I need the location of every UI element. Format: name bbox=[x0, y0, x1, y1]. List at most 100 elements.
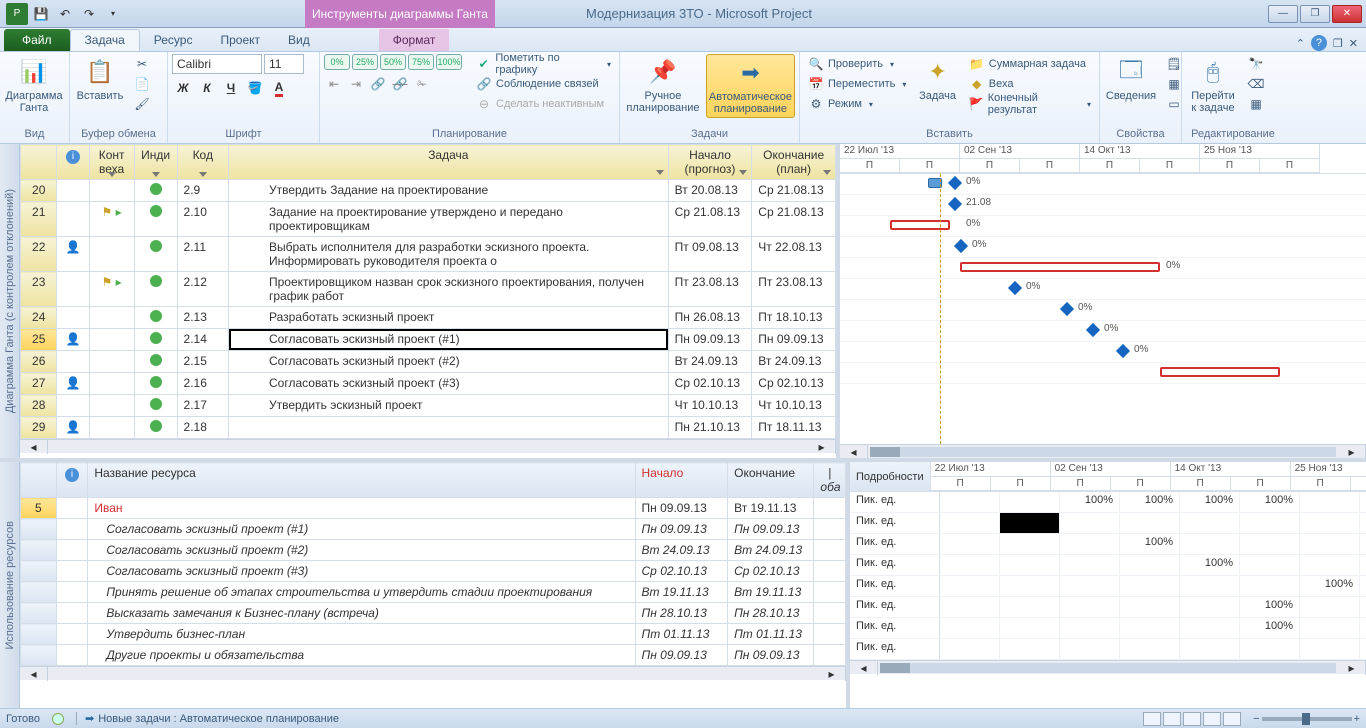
col-finish[interactable]: Окончание (план) bbox=[752, 145, 836, 180]
res-col-cut[interactable]: |оба bbox=[814, 463, 846, 498]
undo-icon[interactable]: ↶ bbox=[54, 3, 76, 25]
redo-icon[interactable]: ↷ bbox=[78, 3, 100, 25]
paste-button[interactable]: 📋Вставить bbox=[74, 54, 126, 104]
list-item[interactable]: Принять решение об этапах строительства … bbox=[21, 582, 846, 603]
unlink-icon[interactable]: 🔗 bbox=[390, 76, 410, 92]
close-doc-icon[interactable]: ✕ bbox=[1349, 37, 1358, 50]
bold-button[interactable]: Ж bbox=[172, 78, 194, 98]
pct-75[interactable]: 75% bbox=[408, 54, 434, 70]
mark-on-track-button[interactable]: ✔Пометить по графику▾ bbox=[472, 54, 615, 74]
res-col-start[interactable]: Начало bbox=[635, 463, 728, 498]
zoom-in-icon[interactable]: + bbox=[1354, 713, 1360, 725]
manual-schedule-button[interactable]: 📌Ручное планирование bbox=[624, 54, 702, 116]
help-icon[interactable]: ? bbox=[1311, 35, 1327, 51]
list-item[interactable]: Утвердить бизнес-план Пт 01.11.13 Пт 01.… bbox=[21, 624, 846, 645]
link-icon[interactable]: 🔗 bbox=[368, 76, 388, 92]
list-item[interactable]: Согласовать эскизный проект (#2) Вт 24.0… bbox=[21, 540, 846, 561]
res-col-finish[interactable]: Окончание bbox=[728, 463, 814, 498]
zoom-slider[interactable] bbox=[1262, 717, 1352, 721]
col-start[interactable]: Начало (прогноз) bbox=[668, 145, 752, 180]
deliverable-button[interactable]: 🚩Конечный результат▾ bbox=[965, 94, 1095, 114]
table-row[interactable]: 28 2.17 Утвердить эскизный проект Чт 10.… bbox=[21, 395, 836, 417]
res-hscroll[interactable]: ◂▸ bbox=[20, 666, 846, 680]
table-row[interactable]: 21 ⚑ ▸ 2.10 Задание на проектирование ут… bbox=[21, 202, 836, 237]
details-row[interactable]: Пик. ед.100% bbox=[850, 555, 1366, 576]
list-item[interactable]: Высказать замечания к Бизнес-плану (встр… bbox=[21, 603, 846, 624]
qat-more-icon[interactable]: ▾ bbox=[102, 3, 124, 25]
task-table[interactable]: i Конт веха Инди Код Задача Начало (прог… bbox=[20, 144, 836, 458]
corner-cell[interactable] bbox=[21, 145, 57, 180]
top-pane-label[interactable]: Диаграмма Ганта (с контролем отклонений) bbox=[0, 144, 20, 458]
list-item[interactable]: Другие проекты и обязательства Пн 09.09.… bbox=[21, 645, 846, 666]
underline-button[interactable]: Ч bbox=[220, 78, 242, 98]
milestone-button[interactable]: ◆Веха bbox=[965, 74, 1095, 94]
details-row[interactable]: Пик. ед. bbox=[850, 513, 1366, 534]
table-row[interactable]: 26 2.15 Согласовать эскизный проект (#2)… bbox=[21, 351, 836, 373]
gantt-view-button[interactable]: 📊Диаграмма Ганта bbox=[4, 54, 64, 116]
res-col-info[interactable]: i bbox=[56, 463, 88, 498]
gantt-hscroll[interactable]: ◂▸ bbox=[840, 444, 1366, 458]
mode-button[interactable]: ⚙Режим▾ bbox=[804, 94, 910, 114]
pct-100[interactable]: 100% bbox=[436, 54, 462, 70]
minimize-button[interactable]: — bbox=[1268, 5, 1298, 23]
table-row[interactable]: 27 👤 2.16 Согласовать эскизный проект (#… bbox=[21, 373, 836, 395]
find-button[interactable]: 🔭 bbox=[1244, 54, 1268, 74]
bottom-pane-label[interactable]: Использование ресурсов bbox=[0, 462, 20, 708]
format-painter-button[interactable]: 🖌 bbox=[130, 94, 154, 114]
cut-button[interactable]: ✂ bbox=[130, 54, 154, 74]
close-button[interactable]: ✕ bbox=[1332, 5, 1362, 23]
table-row[interactable]: 23 ⚑ ▸ 2.12 Проектировщиком назван срок … bbox=[21, 272, 836, 307]
details-row[interactable]: Пик. ед.100% bbox=[850, 534, 1366, 555]
pct-0[interactable]: 0% bbox=[324, 54, 350, 70]
list-item[interactable]: Согласовать эскизный проект (#1) Пн 09.0… bbox=[21, 519, 846, 540]
outdent-icon[interactable]: ⇤ bbox=[324, 76, 344, 92]
summary-task-button[interactable]: 📁Суммарная задача bbox=[965, 54, 1095, 74]
table-row[interactable]: 20 2.9 Утвердить Задание на проектирован… bbox=[21, 180, 836, 202]
auto-schedule-button[interactable]: ➡Автоматическое планирование bbox=[706, 54, 795, 118]
clear-button[interactable]: ⌫ bbox=[1244, 74, 1268, 94]
gantt-chart[interactable]: 22 Июл '1302 Сен '1314 Окт '1325 Ноя '13… bbox=[836, 144, 1366, 458]
pct-25[interactable]: 25% bbox=[352, 54, 378, 70]
table-row[interactable]: 24 2.13 Разработать эскизный проект Пн 2… bbox=[21, 307, 836, 329]
information-button[interactable]: 🗔Сведения bbox=[1104, 54, 1158, 104]
details-row[interactable]: Пик. ед.100%100%100%100% bbox=[850, 492, 1366, 513]
list-item[interactable]: 5 Иван Пн 09.09.13 Вт 19.11.13 bbox=[21, 498, 846, 519]
inactive-button[interactable]: ⊖Сделать неактивным bbox=[472, 94, 615, 114]
col-wbs[interactable]: Код bbox=[177, 145, 228, 180]
details-row[interactable]: Пик. ед. bbox=[850, 639, 1366, 660]
resource-table[interactable]: i Название ресурса Начало Окончание |оба… bbox=[20, 462, 846, 708]
move-button[interactable]: 📅Переместить▾ bbox=[804, 74, 910, 94]
copy-button[interactable]: 📄 bbox=[130, 74, 154, 94]
list-item[interactable]: Согласовать эскизный проект (#3) Ср 02.1… bbox=[21, 561, 846, 582]
tab-format[interactable]: Формат bbox=[379, 29, 450, 51]
fill-button[interactable]: ▦ bbox=[1244, 94, 1268, 114]
scroll-right-icon[interactable]: ▸ bbox=[808, 440, 836, 454]
zoom-out-icon[interactable]: − bbox=[1253, 713, 1259, 725]
tab-task[interactable]: Задача bbox=[70, 29, 140, 51]
details-hscroll[interactable]: ◂▸ bbox=[850, 660, 1366, 674]
view-form-icon[interactable] bbox=[1223, 712, 1241, 726]
restore-doc-icon[interactable]: ❐ bbox=[1333, 37, 1343, 50]
file-tab[interactable]: Файл bbox=[4, 29, 70, 51]
font-name-combo[interactable]: Calibri bbox=[172, 54, 262, 74]
tab-view[interactable]: Вид bbox=[274, 29, 324, 51]
res-corner[interactable] bbox=[21, 463, 57, 498]
scroll-to-task-button[interactable]: 🖰Перейти к задаче bbox=[1186, 54, 1240, 116]
view-usage-icon[interactable] bbox=[1163, 712, 1181, 726]
col-info[interactable]: i bbox=[57, 145, 89, 180]
scroll-left-icon[interactable]: ◂ bbox=[20, 440, 48, 454]
respect-links-button[interactable]: 🔗Соблюдение связей bbox=[472, 74, 615, 94]
inspect-button[interactable]: 🔍Проверить▾ bbox=[804, 54, 910, 74]
fill-color-button[interactable]: 🪣 bbox=[244, 78, 266, 98]
res-col-name[interactable]: Название ресурса bbox=[88, 463, 635, 498]
italic-button[interactable]: К bbox=[196, 78, 218, 98]
maximize-button[interactable]: ❐ bbox=[1300, 5, 1330, 23]
font-size-combo[interactable]: 11 bbox=[264, 54, 304, 74]
details-panel[interactable]: Подробности 22 Июл '1302 Сен '1314 Окт '… bbox=[846, 462, 1366, 708]
view-gantt-icon[interactable] bbox=[1143, 712, 1161, 726]
minimize-ribbon-icon[interactable]: ⌃ bbox=[1296, 37, 1305, 50]
save-icon[interactable]: 💾 bbox=[30, 3, 52, 25]
col-milestone[interactable]: Конт веха bbox=[89, 145, 134, 180]
view-team-icon[interactable] bbox=[1183, 712, 1201, 726]
details-row[interactable]: Пик. ед.100% bbox=[850, 597, 1366, 618]
